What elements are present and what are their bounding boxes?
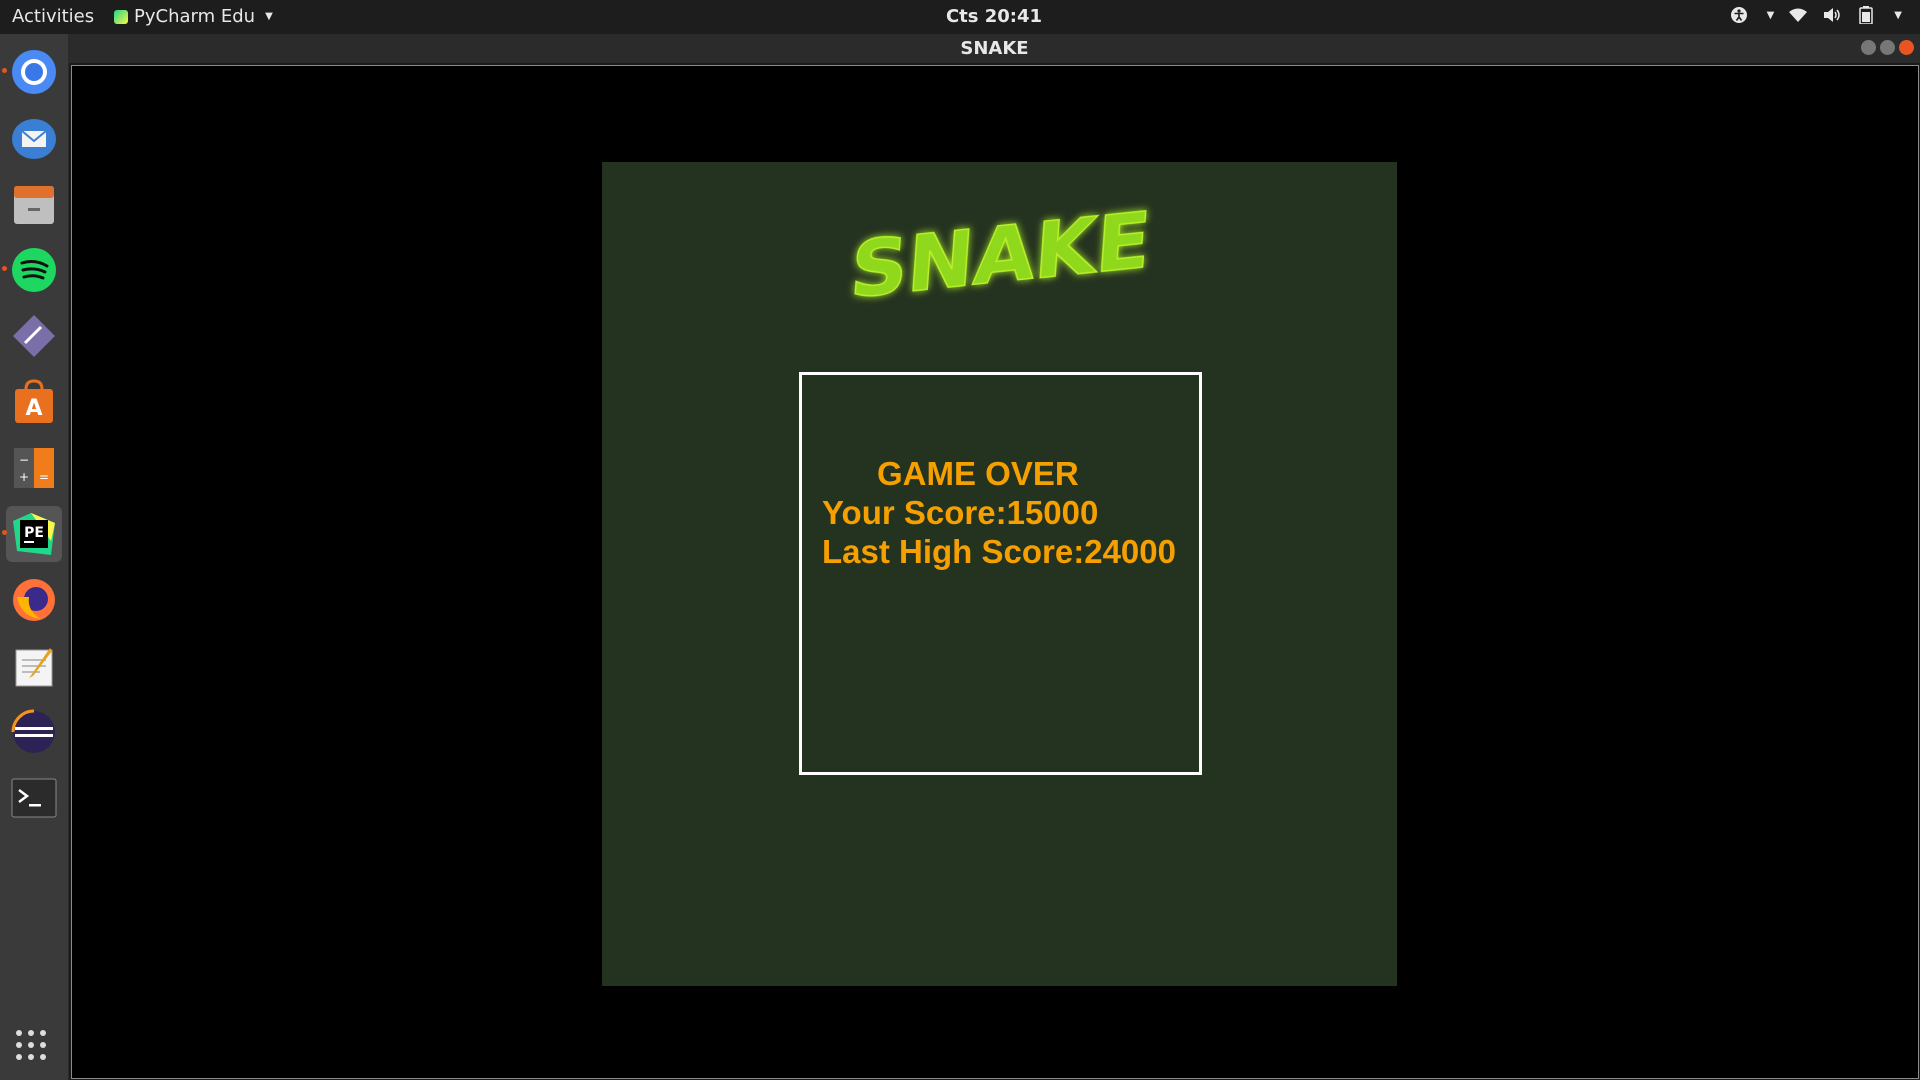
running-indicator [2,530,7,535]
firefox-icon [13,579,55,621]
game-panel: SNAKE GAME OVER Your Score:15000 Last Hi… [602,162,1397,986]
dock-item-files[interactable] [6,176,62,232]
clock[interactable]: Cts 20:41 [0,6,1920,27]
window-controls [1861,40,1914,55]
calculator-icon: − + = [14,448,54,488]
text-editor-icon [15,648,53,687]
game-over-title: GAME OVER [877,455,1079,492]
snake-logo: SNAKE [602,194,1397,317]
system-tray[interactable]: ▼ ▼ [1729,5,1902,25]
svg-text:+: + [19,470,29,484]
chevron-down-icon[interactable]: ▼ [1767,10,1775,21]
svg-text:A: A [25,396,42,421]
dock-item-thunderbird[interactable] [6,110,62,166]
dock: A − + = PE [0,34,69,1080]
top-bar: Activities PyCharm Edu ▼ Cts 20:41 ▼ ▼ [0,0,1920,34]
battery-icon[interactable] [1856,5,1876,25]
dock-item-software[interactable]: A [6,374,62,430]
eclipse-icon [11,709,55,753]
dock-item-chromium[interactable] [2,44,62,100]
svg-text:PE: PE [24,525,44,541]
dock-item-calculator[interactable]: − + = [6,440,62,496]
dock-item-pycharm[interactable]: PE [2,506,62,562]
dock-item-remmina[interactable] [6,308,62,364]
close-icon[interactable] [1899,40,1914,55]
chromium-icon [12,50,56,94]
running-indicator [2,68,7,73]
accessibility-icon[interactable] [1729,5,1749,25]
game-canvas[interactable]: SNAKE GAME OVER Your Score:15000 Last Hi… [71,65,1919,1079]
dock-item-firefox[interactable] [6,572,62,628]
show-applications-icon[interactable] [16,1030,48,1062]
software-center-icon: A [15,379,53,423]
svg-text:=: = [39,470,49,484]
your-score-text: Your Score:15000 [822,494,1099,531]
dock-item-terminal[interactable] [6,770,62,826]
window-title: SNAKE [960,38,1029,59]
dock-item-spotify[interactable] [2,242,62,298]
window-titlebar[interactable]: SNAKE [69,34,1920,63]
pycharm-edu-icon: PE [13,513,55,555]
maximize-icon[interactable] [1880,40,1895,55]
dock-item-text-editor[interactable] [6,638,62,694]
svg-text:SNAKE: SNAKE [847,194,1153,316]
chevron-down-icon[interactable]: ▼ [1894,10,1902,21]
wifi-icon[interactable] [1788,5,1808,25]
remmina-icon [13,315,55,357]
files-icon [14,186,54,224]
terminal-icon [11,778,57,818]
dock-item-eclipse[interactable] [6,704,62,760]
svg-text:−: − [19,453,29,467]
game-over-box: GAME OVER Your Score:15000 Last High Sco… [799,372,1202,775]
snake-window: SNAKE SNAKE GAME OVER Your Score:15000 L… [69,34,1920,1080]
thunderbird-icon [12,119,56,159]
high-score-text: Last High Score:24000 [822,533,1176,570]
minimize-icon[interactable] [1861,40,1876,55]
volume-icon[interactable] [1822,5,1842,25]
running-indicator [2,266,7,271]
spotify-icon [12,248,56,292]
